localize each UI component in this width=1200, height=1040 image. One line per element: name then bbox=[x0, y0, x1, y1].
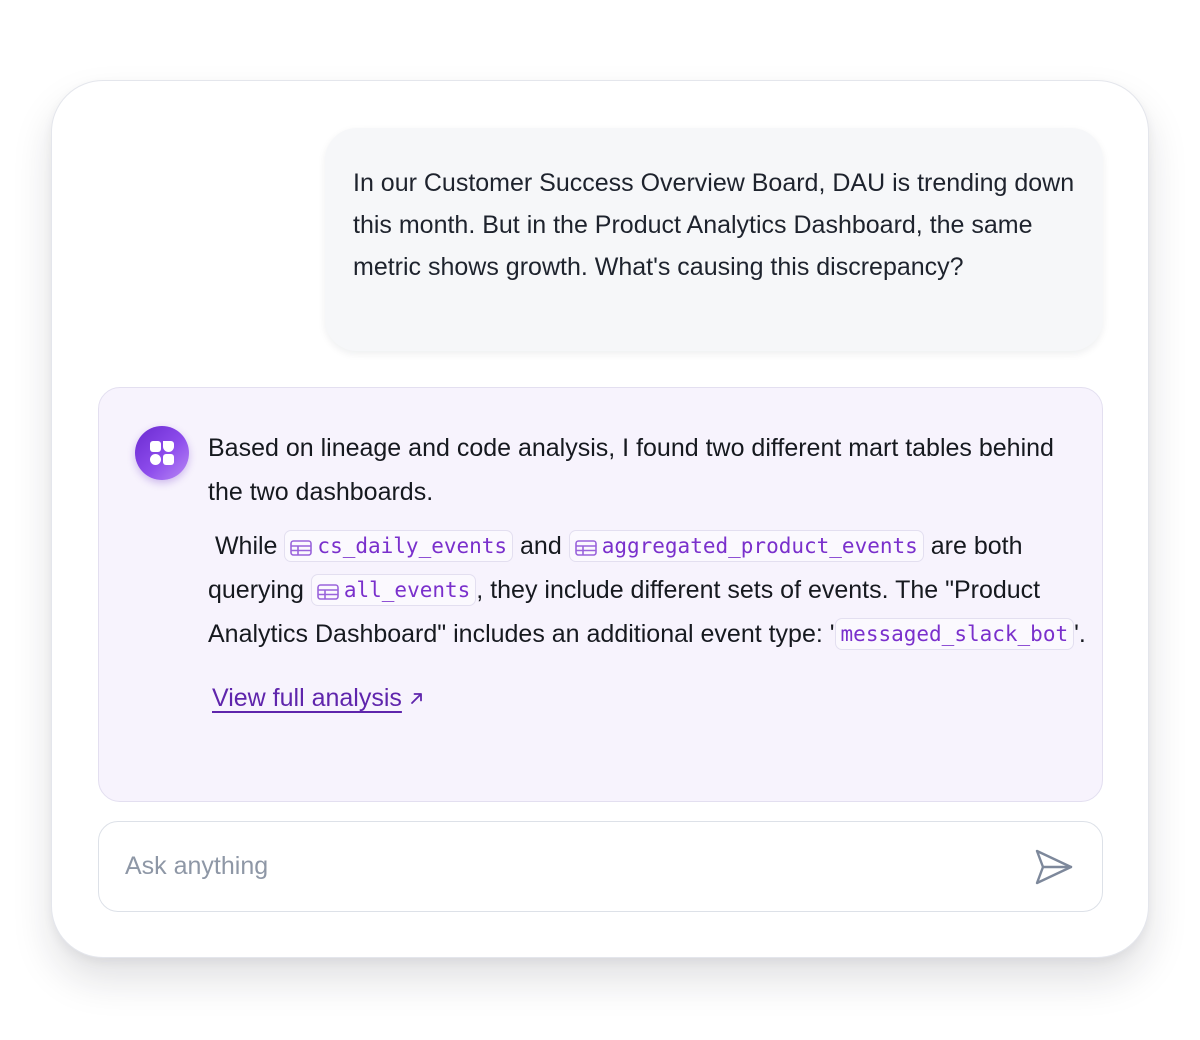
end-text: '. bbox=[1074, 620, 1086, 648]
ask-input[interactable] bbox=[125, 822, 1005, 910]
and-text: and bbox=[520, 532, 562, 560]
table-chip-aggregated-product-events[interactable]: aggregated_product_events bbox=[568, 530, 924, 562]
assistant-message-content: Based on lineage and code analysis, I fo… bbox=[208, 426, 1088, 716]
table-chip-cs-daily-events[interactable]: cs_daily_events bbox=[284, 530, 514, 562]
event-type-chip: messaged_slack_bot bbox=[834, 618, 1075, 650]
send-icon[interactable] bbox=[1034, 848, 1074, 886]
assistant-avatar bbox=[135, 426, 189, 480]
assistant-intro-text: Based on lineage and code analysis, I fo… bbox=[208, 434, 1054, 506]
table-chip-label: all_events bbox=[343, 578, 471, 602]
table-icon bbox=[574, 540, 597, 556]
table-chip-label: cs_daily_events bbox=[317, 534, 508, 558]
assistant-message-box: Based on lineage and code analysis, I fo… bbox=[98, 387, 1103, 802]
assistant-logo-icon bbox=[150, 441, 174, 465]
view-analysis-row: View full analysis bbox=[208, 680, 1088, 716]
view-full-analysis-link[interactable]: View full analysis bbox=[212, 684, 402, 712]
user-message-bubble: In our Customer Success Overview Board, … bbox=[325, 128, 1103, 351]
assistant-detail-paragraph: While cs_daily_events and aggregated_pro… bbox=[208, 524, 1088, 656]
table-icon bbox=[290, 540, 313, 556]
user-message-text: In our Customer Success Overview Board, … bbox=[353, 169, 1075, 281]
composer bbox=[98, 821, 1103, 912]
table-icon bbox=[317, 584, 339, 600]
event-type-label: messaged_slack_bot bbox=[840, 622, 1069, 646]
while-text: While bbox=[214, 532, 278, 560]
table-chip-label: aggregated_product_events bbox=[601, 534, 918, 558]
send-button[interactable] bbox=[1034, 848, 1074, 886]
arrow-up-right-icon[interactable] bbox=[410, 691, 424, 705]
table-chip-all-events[interactable]: all_events bbox=[310, 574, 477, 606]
